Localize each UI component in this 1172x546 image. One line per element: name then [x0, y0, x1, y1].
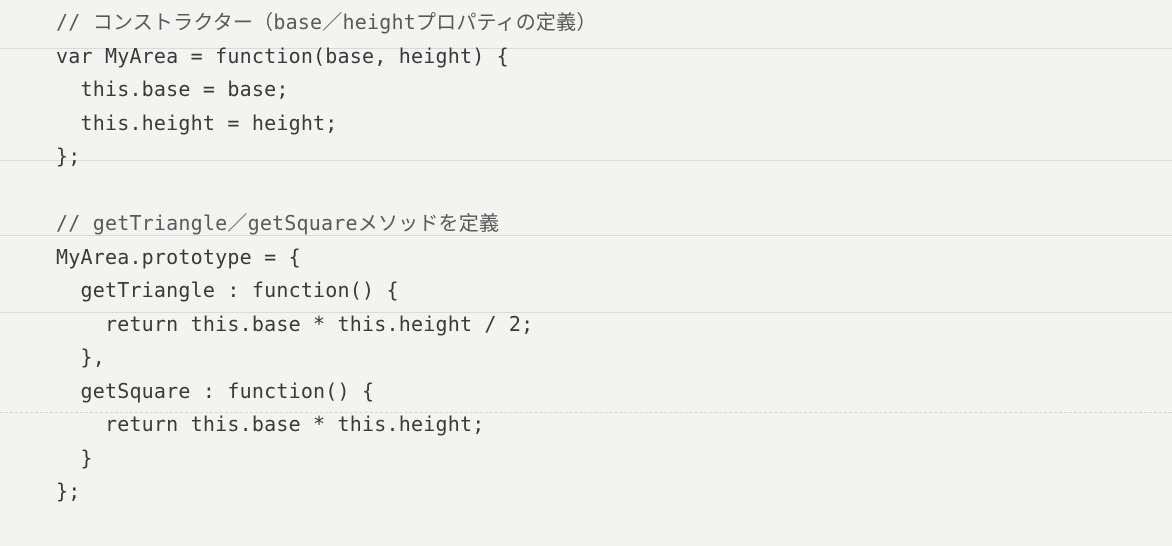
code-line: } — [56, 445, 93, 470]
code-line: this.height = height; — [56, 110, 338, 135]
code-line: var MyArea = function(base, height) { — [56, 43, 509, 68]
code-line: getTriangle : function() { — [56, 278, 399, 302]
code-line: return this.base * this.height; — [56, 412, 485, 436]
code-line: getSquare : function() { — [56, 378, 375, 403]
code-block: // コンストラクター（base／heightプロパティの定義） var MyA… — [56, 6, 1136, 509]
code-comment-methods: // getTriangle／getSquareメソッドを定義 — [56, 211, 500, 235]
code-line: }, — [56, 345, 105, 369]
code-comment-constructor: // コンストラクター（base／heightプロパティの定義） — [56, 10, 597, 34]
code-line: }; — [56, 479, 81, 503]
code-line: this.base = base; — [56, 77, 289, 101]
code-line: }; — [56, 144, 81, 168]
code-line: MyArea.prototype = { — [56, 244, 301, 269]
code-line: return this.base * this.height / 2; — [56, 311, 534, 336]
